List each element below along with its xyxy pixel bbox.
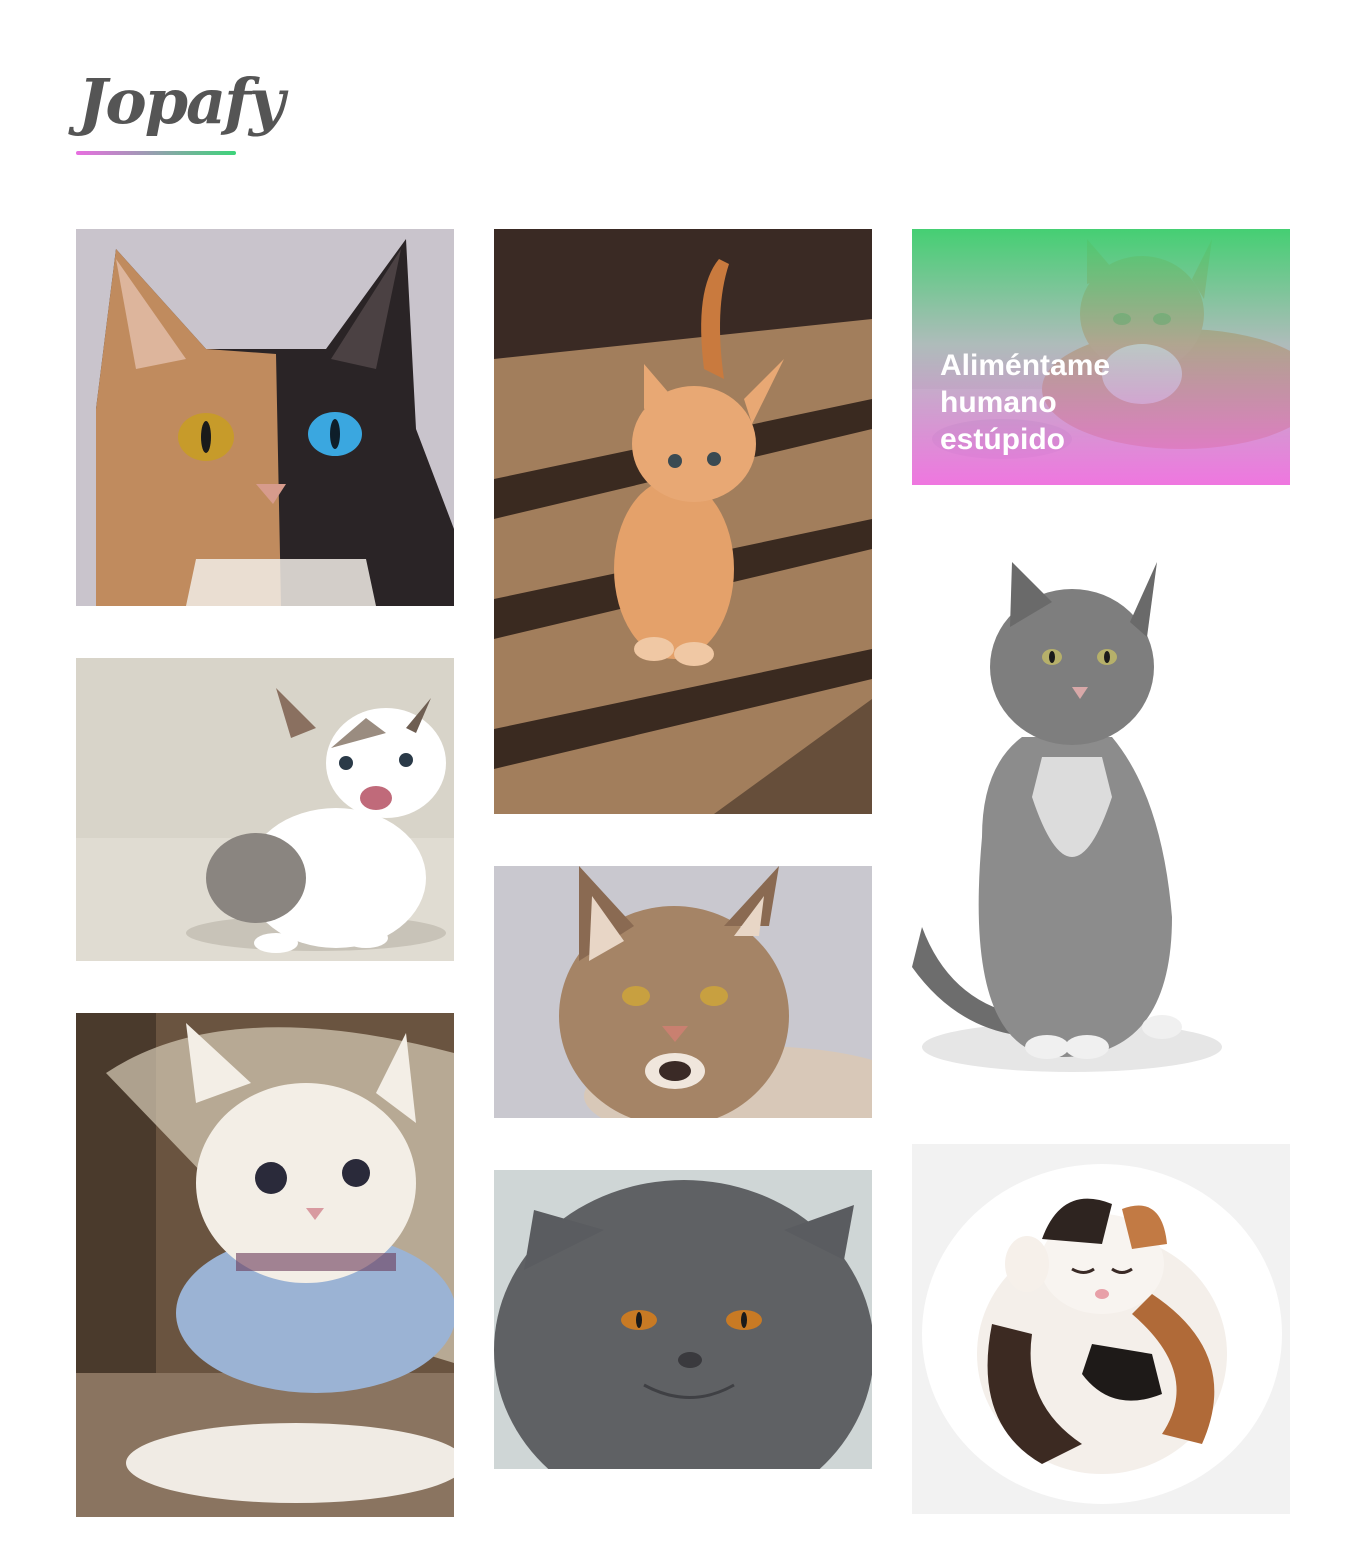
logo-underline (76, 151, 236, 155)
drawn-tabby-cat (912, 537, 1290, 1092)
two-tone-cat-photo (76, 229, 454, 606)
gallery-item-orange-kitten[interactable] (494, 229, 872, 814)
gallery-item-sleeping-calico[interactable] (912, 1144, 1290, 1514)
gallery-item-meowing-kitten[interactable] (76, 658, 454, 961)
gallery-item-maine-coon[interactable] (494, 866, 872, 1118)
site-logo[interactable]: Jopafy (76, 62, 285, 157)
maine-coon-photo (494, 866, 872, 1118)
grey-cat-photo (494, 1170, 872, 1469)
gallery-item-two-tone-cat[interactable] (76, 229, 454, 606)
gallery-item-grey-cat[interactable] (494, 1170, 872, 1469)
sleeping-calico-photo (912, 1144, 1290, 1514)
white-kitten-photo (76, 1013, 454, 1517)
logo-text: Jopafy (78, 65, 285, 138)
orange-kitten-photo (494, 229, 872, 814)
featured-caption: Aliméntame humano estúpido (940, 349, 1111, 456)
gallery-item-drawn-tabby[interactable] (912, 537, 1290, 1092)
calico-kitten-photo (76, 658, 454, 961)
gallery-item-featured-cat[interactable]: Aliméntame humano estúpido (912, 229, 1290, 485)
gallery-item-white-kitten[interactable] (76, 1013, 454, 1517)
